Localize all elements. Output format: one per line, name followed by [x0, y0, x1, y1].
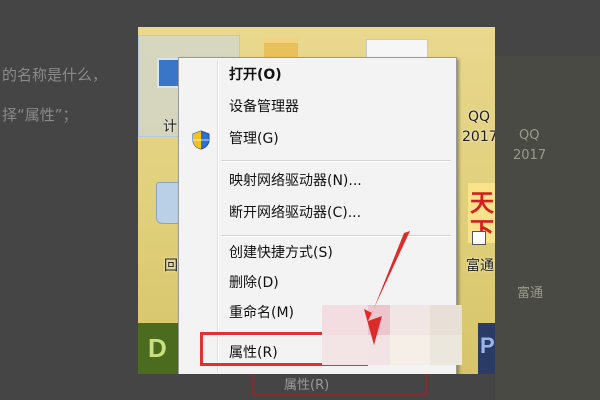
background-text-line-1: 的名称是什么，	[2, 66, 108, 84]
dim-label-futong: 富通	[517, 286, 544, 301]
dimmed-right-panel: QQ 2017 富通	[495, 56, 600, 400]
dim-label-qq: QQ	[519, 128, 540, 143]
desktop-screenshot: 计 QQ 2017 回 天 下 富通 D P 打开(O) 设备管理器 管理(G)…	[138, 27, 495, 374]
dim-label-2017: 2017	[513, 148, 547, 163]
red-pointer-arrow-icon	[364, 231, 410, 345]
background-text-line-2: 择“属性”；	[2, 106, 78, 124]
